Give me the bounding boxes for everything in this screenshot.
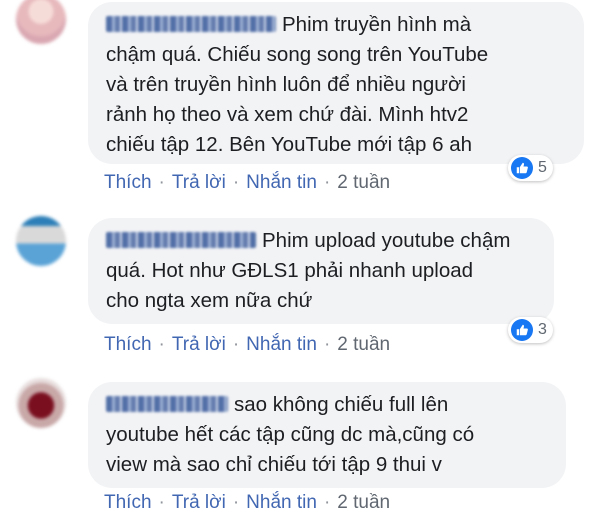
like-link[interactable]: Thích [104,492,152,513]
reaction-badge[interactable]: 5 [508,155,553,181]
commenter-name[interactable] [106,232,256,248]
comment-text-line: youtube hết các tập cũng dc mà,cũng có [106,423,475,446]
reaction-badge[interactable]: 3 [508,317,553,343]
comment-text-line: và trên truyền hình luôn để nhiều người [106,73,466,96]
avatar[interactable] [16,216,66,266]
reply-link[interactable]: Trả lời [172,334,226,355]
comment-text-line: view mà sao chỉ chiếu tới tập 9 thui v [106,453,442,476]
comment-bubble: Phim truyền hình mà chậm quá. Chiếu song… [88,2,584,164]
comment-1: Phim truyền hình mà chậm quá. Chiếu song… [0,0,602,200]
commenter-name[interactable] [106,16,276,32]
like-icon [511,319,533,341]
comment-actions: Thích · Trả lời · Nhắn tin · 2 tuần [104,492,391,513]
comment-text-line: sao không chiếu full lên [106,390,548,420]
commenter-name[interactable] [106,396,228,412]
comment-bubble: sao không chiếu full lên youtube hết các… [88,382,566,488]
comment-actions: Thích · Trả lời · Nhắn tin · 2 tuần [104,172,391,193]
comment-text-line: rảnh họ theo và xem chứ đài. Mình htv2 [106,103,469,126]
avatar[interactable] [16,378,66,428]
reply-link[interactable]: Trả lời [172,492,226,513]
timestamp[interactable]: 2 tuần [337,334,390,355]
reaction-count: 5 [538,159,547,176]
message-link[interactable]: Nhắn tin [246,492,317,513]
timestamp[interactable]: 2 tuần [337,492,390,513]
message-link[interactable]: Nhắn tin [246,334,317,355]
reply-link[interactable]: Trả lời [172,172,226,193]
reaction-count: 3 [538,321,547,338]
comment-bubble: Phim upload youtube chậm quá. Hot như GĐ… [88,218,554,324]
comment-text-line: cho ngta xem nữa chứ [106,289,313,312]
comment-text-line: chiếu tập 12. Bên YouTube mới tập 6 ah [106,133,473,156]
timestamp[interactable]: 2 tuần [337,172,390,193]
comment-text-line: Phim truyền hình mà [106,10,566,40]
avatar[interactable] [16,0,66,44]
comment-text-line: chậm quá. Chiếu song song trên YouTube [106,43,489,66]
like-icon [511,157,533,179]
like-link[interactable]: Thích [104,334,152,355]
comment-text-line: quá. Hot như GĐLS1 phải nhanh upload [106,259,474,282]
comment-text-line: Phim upload youtube chậm [106,226,536,256]
comment-actions: Thích · Trả lời · Nhắn tin · 2 tuần [104,334,391,355]
like-link[interactable]: Thích [104,172,152,193]
message-link[interactable]: Nhắn tin [246,172,317,193]
